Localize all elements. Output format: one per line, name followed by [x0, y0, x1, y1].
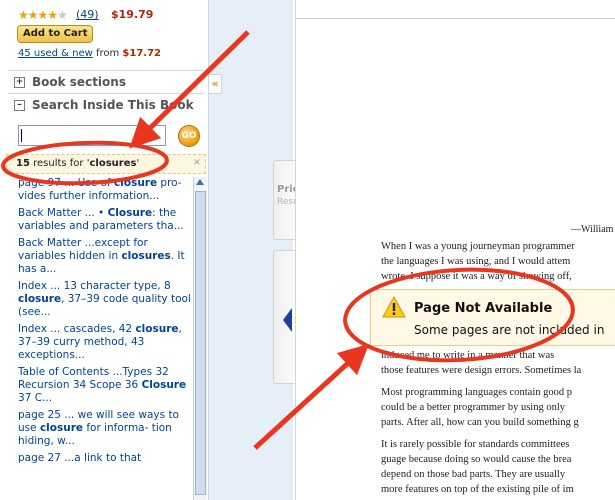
results-term: closures	[89, 158, 137, 169]
go-button[interactable]: GO	[178, 125, 200, 147]
result-match: closure	[18, 293, 62, 305]
notice-title: Page Not Available	[414, 301, 553, 316]
result-snippet: 37 C...	[18, 392, 53, 404]
book-text-line: could be a better programmer by using on…	[381, 402, 565, 413]
price: $19.79	[111, 8, 154, 21]
results-summary: 15 results for 'closures'	[16, 158, 139, 169]
arrow-left-icon	[283, 308, 292, 332]
book-text-line: When I was a young journeyman programmer	[381, 241, 575, 252]
divider	[8, 93, 204, 94]
expand-icon[interactable]: +	[14, 77, 25, 88]
scroll-up-icon[interactable]	[196, 179, 204, 185]
search-result-item[interactable]: Index ... 13 character type, 8 closure, …	[18, 280, 196, 319]
search-inside-header[interactable]: – Search Inside This Book	[10, 97, 202, 115]
book-text-line: guage because doing so would cause the b…	[381, 454, 572, 465]
add-to-cart-button[interactable]: Add to Cart	[17, 25, 94, 43]
review-count-link[interactable]: (49)	[76, 8, 99, 21]
search-results-list: page 97 ... Use of closure pro- vides fu…	[18, 177, 196, 469]
divider	[8, 70, 204, 71]
star-rating[interactable]: ★★★★★	[18, 8, 68, 22]
search-result-item[interactable]: Table of Contents ...Types 32 Recursion …	[18, 366, 196, 405]
results-count: 15	[16, 158, 30, 169]
result-snippet: Index ... cascades, 42	[18, 323, 136, 335]
result-snippet: Index ... 13 character type, 8	[18, 280, 171, 292]
results-prefix: results for '	[29, 158, 90, 169]
book-text-line: Most programming languages contain good …	[381, 387, 573, 398]
star-empty-icon: ★	[57, 8, 68, 22]
result-snippet: page 27 ...a link to that	[18, 452, 142, 464]
search-result-item[interactable]: page 27 ...a link to that	[18, 452, 196, 465]
sidebar: ★★★★★ (49) $19.79 Add to Cart 45 used & …	[0, 0, 209, 500]
quote-attribution: —William	[571, 224, 614, 235]
text-caret	[21, 129, 22, 142]
book-sections-label: Book sections	[32, 75, 126, 89]
book-sections-header[interactable]: + Book sections	[10, 74, 202, 92]
book-text-line: those features were design errors. Somet…	[381, 365, 582, 376]
page-top-rule	[296, 18, 615, 19]
book-text-line: parts. After all, how can you build some…	[381, 417, 579, 428]
scroll-thumb[interactable]	[195, 191, 206, 495]
result-match: Closure	[107, 207, 153, 219]
book-text-line: more features on top of the existing pil…	[381, 484, 574, 495]
notice-message: Some pages are not included in	[414, 323, 605, 337]
book-text-line: wrote. I suppose it was a way of showing…	[381, 271, 572, 282]
result-snippet: Back Matter ... •	[18, 207, 108, 219]
collapse-icon[interactable]: –	[14, 100, 25, 111]
search-result-item[interactable]: Back Matter ...except for variables hidd…	[18, 237, 196, 276]
used-new-link[interactable]: 45 used & new	[18, 48, 93, 59]
used-new-offer: 45 used & new from $17.72	[18, 48, 161, 59]
result-match: closure	[135, 323, 179, 335]
results-scrollbar[interactable]	[193, 177, 207, 500]
warning-icon	[382, 296, 406, 318]
book-text-line: It is rarely possible for standards comm…	[381, 439, 570, 450]
result-match: closure	[39, 422, 83, 434]
used-price: $17.72	[122, 48, 162, 59]
search-inside-label: Search Inside This Book	[32, 98, 194, 112]
used-from-text: from	[92, 48, 123, 59]
book-text-line: induced me to write in a manner that was	[381, 350, 555, 361]
results-summary-bar: 15 results for 'closures' ×	[6, 154, 206, 174]
search-result-item[interactable]: Back Matter ... • Closure: the variables…	[18, 207, 196, 233]
close-icon[interactable]: ×	[193, 157, 201, 168]
book-text-line: the languages I was using, and I would a…	[381, 256, 571, 267]
result-match: closure	[114, 177, 158, 189]
search-result-item[interactable]: page 25 ... we will see ways to use clos…	[18, 409, 196, 448]
stars-filled-icon: ★★★★	[18, 8, 58, 22]
collapse-sidebar-icon[interactable]: «	[209, 74, 222, 94]
page-not-available-notice: Page Not Available Some pages are not in…	[370, 289, 615, 346]
book-text-line: depend on those bad parts. They are usua…	[381, 469, 566, 480]
result-snippet: page 97 ... Use of	[18, 177, 115, 189]
result-match: closures	[121, 250, 171, 262]
search-result-item[interactable]: page 97 ... Use of closure pro- vides fu…	[18, 177, 196, 203]
prior-result-button[interactable]: Prior Result	[273, 160, 305, 240]
previous-page-button[interactable]	[273, 250, 296, 384]
search-result-item[interactable]: Index ... cascades, 42 closure, 37–39 cu…	[18, 323, 196, 362]
results-suffix: '	[136, 158, 140, 169]
result-match: Closure	[141, 379, 187, 391]
search-input[interactable]	[18, 125, 166, 146]
